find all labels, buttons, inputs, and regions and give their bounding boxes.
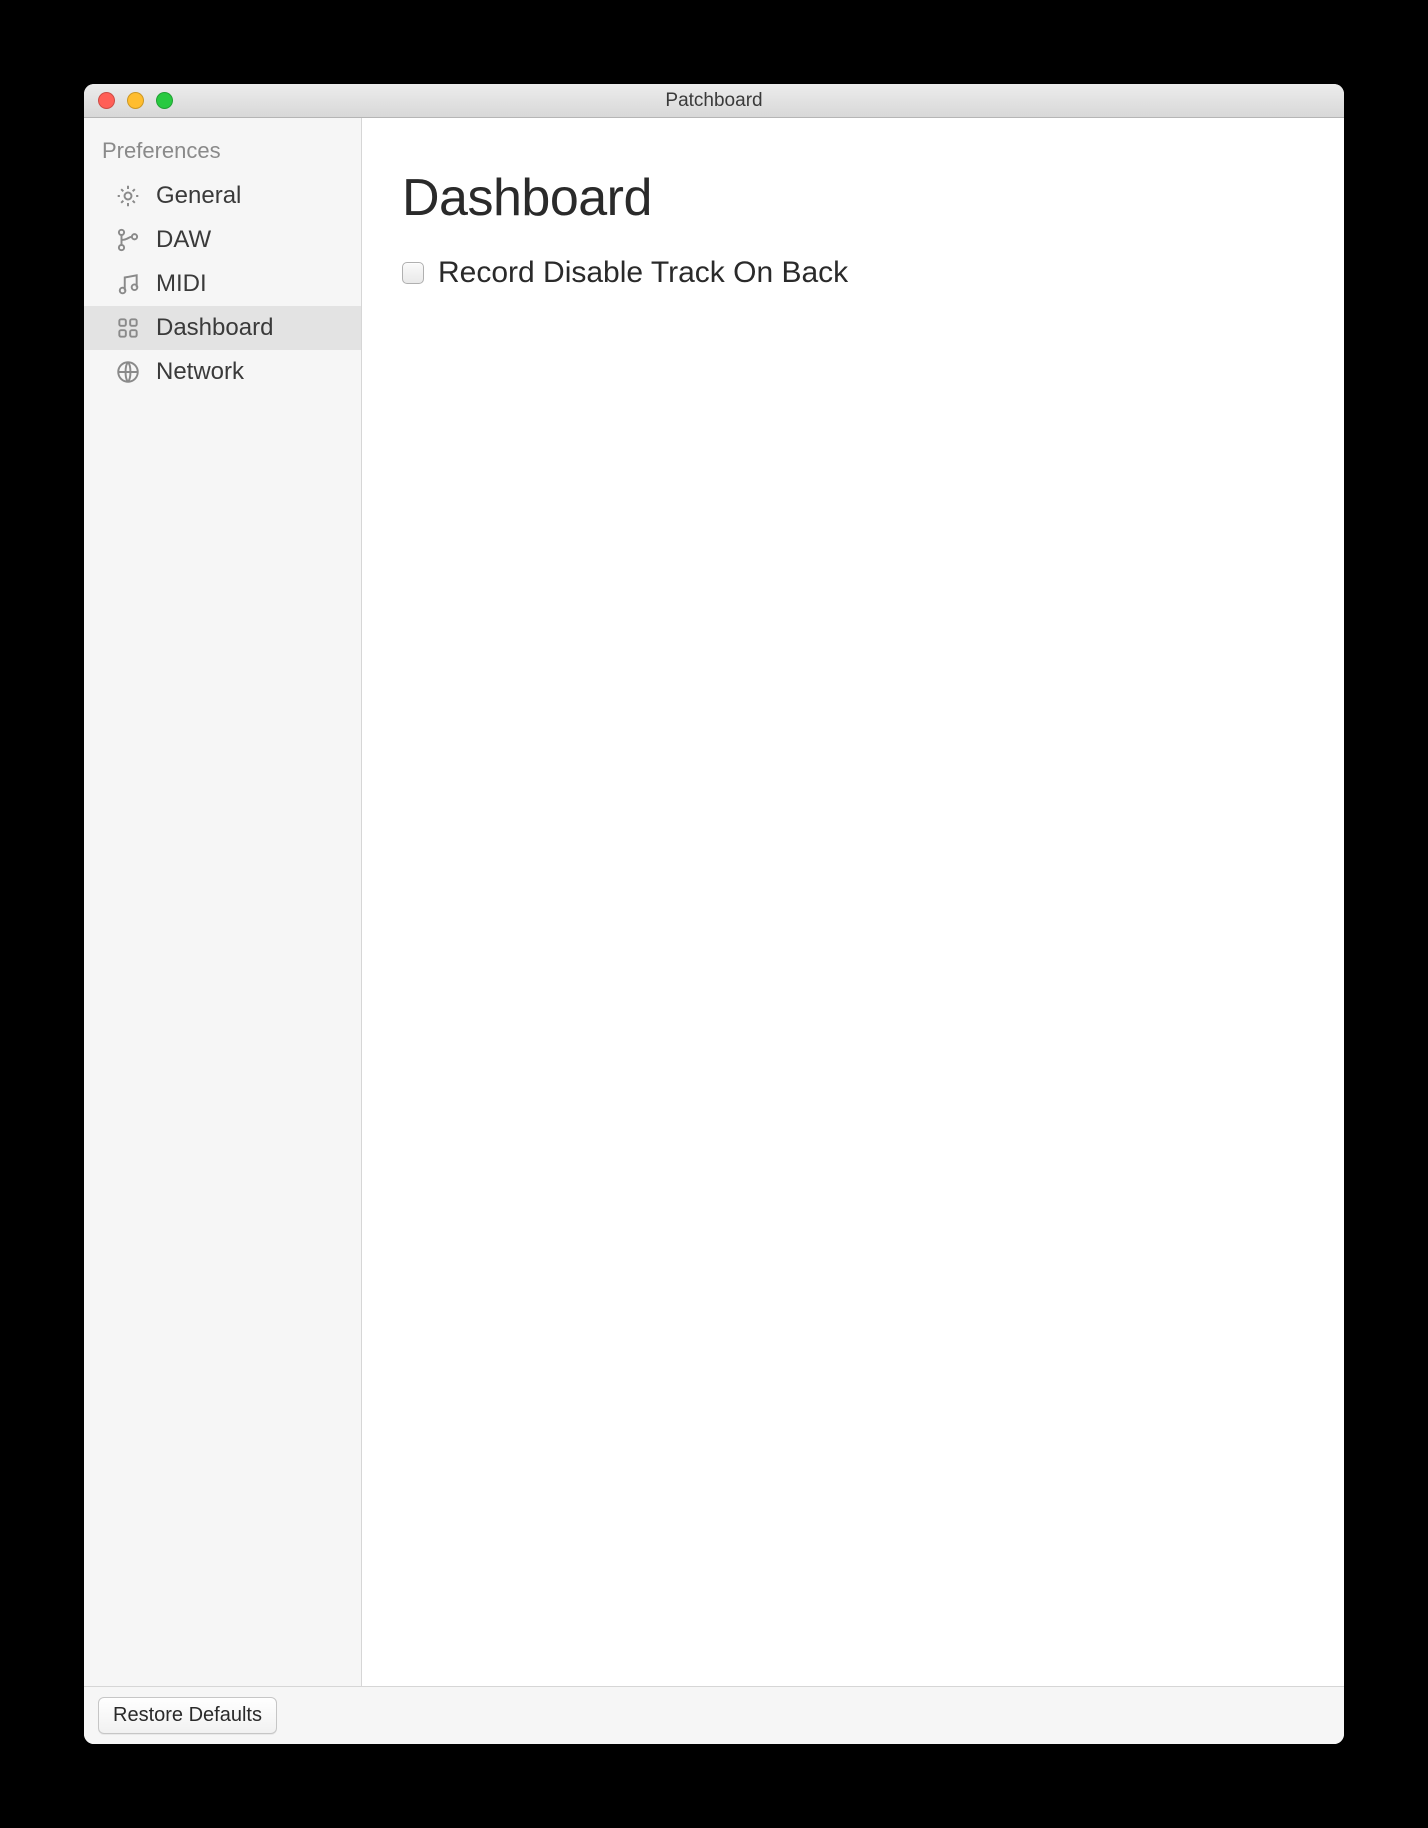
sidebar-item-label: Dashboard	[156, 314, 273, 342]
window-body: Preferences General DAW MIDI	[84, 118, 1344, 1686]
titlebar[interactable]: Patchboard	[84, 84, 1344, 118]
sidebar-item-general[interactable]: General	[84, 174, 361, 218]
traffic-lights	[84, 92, 173, 109]
sidebar-item-daw[interactable]: DAW	[84, 218, 361, 262]
branch-icon	[114, 226, 142, 254]
gear-icon	[114, 182, 142, 210]
sidebar-item-midi[interactable]: MIDI	[84, 262, 361, 306]
restore-defaults-button[interactable]: Restore Defaults	[98, 1697, 277, 1734]
option-label: Record Disable Track On Back	[438, 256, 848, 290]
sidebar: Preferences General DAW MIDI	[84, 118, 362, 1686]
sidebar-item-label: MIDI	[156, 270, 207, 298]
minimize-icon[interactable]	[127, 92, 144, 109]
sidebar-item-label: Network	[156, 358, 244, 386]
close-icon[interactable]	[98, 92, 115, 109]
sidebar-header: Preferences	[84, 132, 361, 174]
window-title: Patchboard	[84, 90, 1344, 112]
globe-icon	[114, 358, 142, 386]
content-pane: Dashboard Record Disable Track On Back	[362, 118, 1344, 1686]
preferences-window: Patchboard Preferences General DAW	[84, 84, 1344, 1744]
footer: Restore Defaults	[84, 1686, 1344, 1744]
option-record-disable-track-on-back[interactable]: Record Disable Track On Back	[402, 256, 1304, 290]
sidebar-item-label: General	[156, 182, 241, 210]
zoom-icon[interactable]	[156, 92, 173, 109]
grid-icon	[114, 314, 142, 342]
sidebar-item-network[interactable]: Network	[84, 350, 361, 394]
checkbox-icon[interactable]	[402, 262, 424, 284]
music-icon	[114, 270, 142, 298]
page-title: Dashboard	[402, 168, 1304, 228]
sidebar-item-label: DAW	[156, 226, 211, 254]
sidebar-item-dashboard[interactable]: Dashboard	[84, 306, 361, 350]
